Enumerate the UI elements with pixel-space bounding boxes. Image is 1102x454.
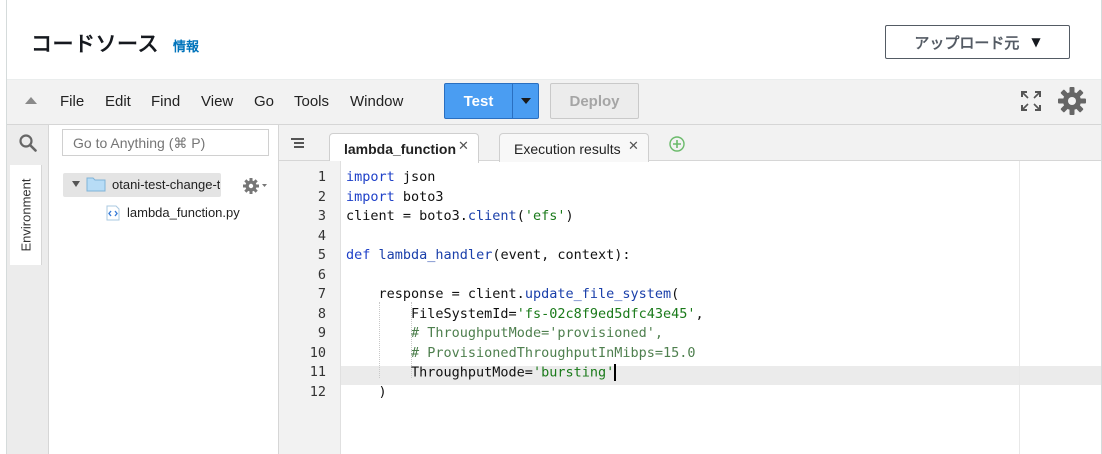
test-dropdown-button[interactable] [513, 84, 538, 118]
close-icon[interactable]: ✕ [458, 139, 469, 154]
menu-file[interactable]: File [60, 93, 84, 110]
panel-header: コードソース 情報 アップロード元 ▼ [7, 0, 1101, 80]
side-panel-tabs: Environment [7, 125, 49, 454]
menu-window[interactable]: Window [350, 93, 403, 110]
expand-triangle-icon[interactable] [72, 181, 80, 187]
code-token: # ProvisionedThroughputInMibps=15.0 [411, 344, 696, 361]
code-token: # ThroughputMode='provisioned', [411, 325, 663, 341]
tab-label: lambda_function [344, 141, 457, 157]
fullscreen-icon[interactable] [1021, 91, 1041, 111]
line-number: 12 [309, 383, 326, 400]
caret-down-icon: ▼ [1031, 35, 1041, 49]
test-button[interactable]: Test [445, 84, 512, 118]
code-line: FileSystemId='fs-02c8f9ed5dfc43e45', [346, 306, 704, 322]
code-token: ) [565, 208, 574, 224]
code-token: import [346, 169, 395, 185]
caret-down-icon [520, 98, 531, 104]
code-token: client [467, 208, 517, 224]
tab-label: Execution results [514, 141, 621, 157]
environment-tab[interactable]: Environment [10, 165, 42, 265]
line-number: 11 [309, 364, 326, 380]
tab-lambda-function[interactable]: lambda_function ✕ [329, 133, 479, 163]
environment-tab-label: Environment [18, 178, 34, 252]
file-name: lambda_function.py [127, 205, 240, 220]
menu-find[interactable]: Find [151, 93, 180, 110]
code-token: 'bursting' [532, 364, 615, 381]
code-file-icon [106, 205, 120, 221]
code-line: import boto3 [346, 189, 444, 205]
code-line: # ThroughputMode='provisioned', [346, 325, 663, 341]
close-icon[interactable]: ✕ [628, 139, 639, 154]
code-token: ( [671, 286, 680, 302]
code-token: boto3 [394, 188, 444, 205]
code-token: ThroughputMode= [346, 364, 533, 381]
search-icon [19, 134, 37, 152]
code-token: ) [346, 383, 387, 400]
gear-icon[interactable] [1057, 86, 1087, 116]
code-line: ThroughputMode='bursting' [346, 364, 616, 381]
folder-name: otani-test-change-t [112, 177, 220, 192]
add-tab-icon[interactable] [669, 136, 685, 152]
line-number: 5 [317, 247, 326, 263]
code-source-panel: コードソース 情報 アップロード元 ▼ File Edit Find View … [6, 0, 1102, 454]
code-line: # ProvisionedThroughputInMibps=15.0 [346, 344, 696, 361]
code-token: 'efs' [524, 208, 566, 224]
menu-view[interactable]: View [201, 93, 233, 110]
code-token: (event, context): [492, 247, 631, 263]
code-line: response = client.update_file_system( [346, 286, 680, 302]
code-line: import json [346, 169, 435, 185]
code-token: import [346, 188, 395, 205]
menu-tools[interactable]: Tools [294, 93, 329, 110]
line-number: 8 [317, 305, 326, 322]
tab-list-icon[interactable] [291, 137, 307, 151]
text-cursor [614, 364, 616, 381]
code-token: response = client. [346, 286, 525, 302]
code-line: def lambda_handler(event, context): [346, 247, 631, 263]
code-token: , [695, 305, 704, 322]
test-split-button: Test [444, 83, 539, 119]
menu-edit[interactable]: Edit [105, 93, 131, 110]
search-tab[interactable] [7, 125, 49, 161]
line-number: 7 [317, 286, 326, 302]
code-token: def [346, 247, 371, 263]
line-number: 3 [317, 208, 326, 224]
code-text-area[interactable]: import json import boto3 client = boto3.cl… [341, 161, 1101, 454]
collapse-up-icon[interactable] [25, 97, 37, 104]
code-line: client = boto3.client('efs') [346, 208, 574, 224]
line-number: 9 [317, 325, 326, 341]
line-number: 10 [309, 344, 326, 361]
code-token: update_file_system [524, 286, 672, 302]
environment-file-tree: otani-test-change-t lambda_functi [49, 125, 279, 454]
code-token: json [394, 169, 436, 185]
code-token: lambda_handler [378, 247, 493, 263]
code-line: ) [346, 384, 387, 400]
upload-from-button[interactable]: アップロード元 ▼ [885, 25, 1070, 59]
page-title: コードソース [31, 32, 159, 56]
code-token: client = boto3. [346, 208, 468, 224]
code-token: FileSystemId= [346, 305, 517, 322]
line-number: 1 [317, 169, 326, 185]
menu-go[interactable]: Go [254, 93, 274, 110]
folder-icon [86, 177, 106, 192]
line-number-gutter: 1 2 3 4 5 6 7 8 9 10 11 12 [279, 161, 341, 454]
folder-row[interactable]: otani-test-change-t [63, 173, 221, 197]
go-to-anything-input[interactable] [62, 129, 269, 156]
info-link[interactable]: 情報 [173, 36, 199, 55]
code-token: ( [516, 208, 525, 224]
ide-menubar: File Edit Find View Go Tools Window Test… [7, 80, 1101, 125]
code-editor: lambda_function ✕ Execution results ✕ 12… [279, 125, 1101, 454]
line-number: 6 [317, 266, 326, 283]
line-number: 4 [317, 227, 326, 244]
editor-tab-bar: lambda_function ✕ Execution results ✕ [279, 125, 1101, 163]
line-number: 2 [317, 188, 326, 205]
tab-execution-results[interactable]: Execution results ✕ [499, 133, 649, 162]
upload-from-label: アップロード元 [914, 33, 1020, 52]
deploy-button[interactable]: Deploy [550, 83, 639, 119]
code-token: 'fs-02c8f9ed5dfc43e45' [516, 305, 696, 322]
folder-settings-gear-icon[interactable] [242, 177, 268, 195]
